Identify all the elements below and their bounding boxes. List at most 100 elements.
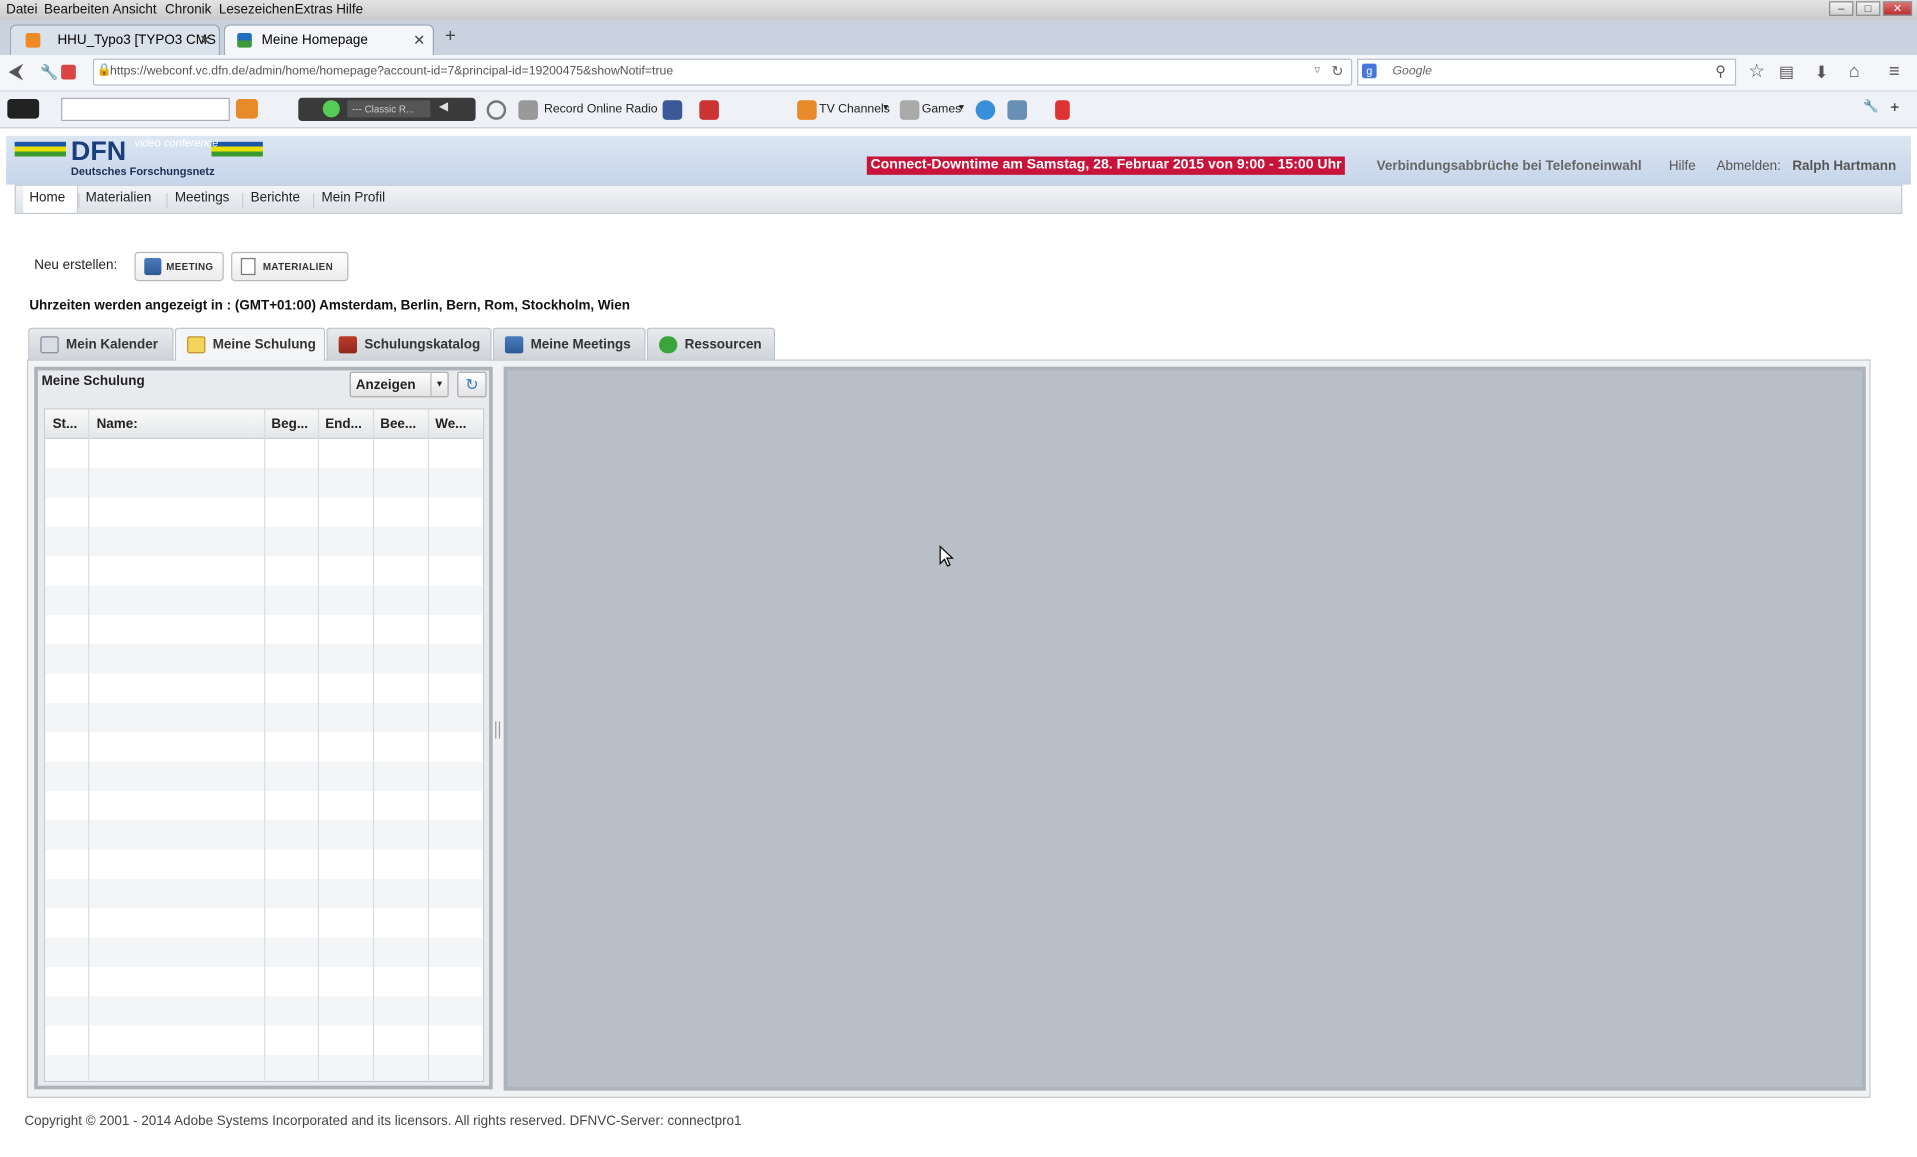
tab-mein-kalender[interactable]: Mein Kalender: [28, 327, 174, 360]
nav-divider: [166, 193, 168, 208]
dropdown-icon[interactable]: ▿: [1314, 64, 1320, 77]
new-materials-button[interactable]: MATERIALIEN: [231, 251, 349, 282]
facebook-icon[interactable]: [662, 100, 683, 120]
tab-label: Schulungskatalog: [364, 337, 481, 353]
radio-record-icon[interactable]: [486, 100, 507, 120]
tools-icon[interactable]: 🔧: [40, 61, 58, 83]
menu-ansicht[interactable]: Ansicht: [112, 2, 156, 17]
tab-ressourcen[interactable]: Ressourcen: [646, 327, 776, 360]
tab-meine-schulung[interactable]: Meine Schulung: [174, 327, 326, 361]
bookmarks-list-icon[interactable]: ▤: [1779, 61, 1794, 83]
tab-label: Meine Meetings: [530, 337, 631, 353]
games-icon: [899, 100, 920, 120]
menu-extras[interactable]: Extras: [295, 2, 333, 17]
menu-hilfe[interactable]: Hilfe: [336, 2, 363, 17]
tab-schulungskatalog[interactable]: Schulungskatalog: [326, 327, 492, 360]
wrench-icon[interactable]: 🔧: [1863, 100, 1878, 113]
dfn-favicon-icon: [237, 33, 252, 48]
column-header-weight[interactable]: We...: [435, 417, 466, 432]
logout-label[interactable]: Abmelden:: [1717, 159, 1781, 174]
column-divider: [317, 409, 320, 1081]
close-tab-icon[interactable]: ✕: [413, 32, 425, 49]
logo-badge: video conference: [134, 136, 219, 150]
close-window-icon[interactable]: ✕: [1882, 1, 1913, 16]
nav-mein-profil[interactable]: Mein Profil: [322, 191, 386, 206]
chevron-down-icon[interactable]: ▼: [430, 372, 447, 397]
help-circle-icon: [658, 336, 678, 354]
downtime-alert: Connect-Downtime am Samstag, 28. Februar…: [866, 156, 1346, 175]
column-header-completed[interactable]: Bee...: [380, 417, 416, 432]
toolbar-search-input[interactable]: [61, 97, 230, 122]
folder-icon: [187, 336, 206, 354]
tab-label: Mein Kalender: [66, 337, 158, 353]
close-tab-icon[interactable]: ✕: [199, 32, 211, 49]
record-online-radio-button[interactable]: Record Online Radio: [544, 103, 657, 116]
calendar-icon: [40, 336, 59, 354]
column-header-name[interactable]: Name:: [97, 417, 138, 432]
nav-materialien[interactable]: Materialien: [86, 191, 152, 206]
view-select-value: Anzeigen: [355, 377, 416, 393]
play-icon[interactable]: [322, 100, 340, 118]
dropout-link[interactable]: Verbindungsabbrüche bei Telefoneinwahl: [1377, 159, 1642, 174]
create-label: Neu erstellen:: [34, 257, 118, 273]
logo-subtitle: Deutsches Forschungsnetz: [70, 165, 215, 178]
refresh-button[interactable]: ↻: [457, 371, 487, 398]
globe-icon[interactable]: [1007, 100, 1027, 120]
column-header-begin[interactable]: Beg...: [271, 417, 308, 432]
dfn-logo[interactable]: DFN: [71, 136, 126, 168]
toolbar-logo-icon[interactable]: [7, 99, 40, 119]
nav-home[interactable]: Home: [29, 191, 65, 206]
url-text[interactable]: https://webconf.vc.dfn.de/admin/home/hom…: [110, 65, 673, 78]
menu-lesezeichen[interactable]: Lesezeichen: [219, 2, 295, 17]
menu-bar: Datei Bearbeiten Ansicht Chronik Lesezei…: [0, 0, 1917, 21]
menu-icon[interactable]: ≡: [1889, 61, 1900, 83]
tv-channels-button[interactable]: TV Channels: [819, 103, 890, 116]
chat-icon[interactable]: [975, 100, 996, 120]
chevron-down-icon[interactable]: ▼: [957, 104, 965, 113]
logo-stripe-left: [14, 141, 67, 157]
browser-tab-homepage[interactable]: Meine Homepage ✕: [223, 24, 435, 56]
search-input[interactable]: Google: [1393, 65, 1432, 78]
reload-icon[interactable]: ↻: [1331, 62, 1343, 79]
bookmark-star-icon[interactable]: ☆: [1748, 61, 1764, 83]
new-meeting-label: MEETING: [166, 261, 214, 273]
microphone-icon: [518, 100, 538, 120]
search-icon[interactable]: ⚲: [1715, 62, 1726, 79]
nav-berichte[interactable]: Berichte: [251, 191, 300, 206]
volume-icon[interactable]: ◀: [439, 100, 448, 113]
column-header-status[interactable]: St...: [53, 417, 78, 432]
new-meeting-button[interactable]: MEETING: [134, 251, 224, 282]
plus-icon[interactable]: +: [1890, 98, 1899, 116]
google-icon[interactable]: g: [1361, 63, 1377, 79]
maximize-icon[interactable]: □: [1855, 1, 1881, 16]
nav-meetings[interactable]: Meetings: [175, 191, 230, 206]
youtube-icon[interactable]: [699, 100, 719, 120]
panel-splitter-handle[interactable]: [495, 721, 501, 739]
tab-label: Ressourcen: [684, 337, 762, 353]
search-box[interactable]: g Google ⚲: [1357, 58, 1737, 86]
back-arrow-icon[interactable]: ⮜: [9, 61, 24, 83]
trash-icon[interactable]: [1055, 100, 1070, 120]
toolbar-search-icon[interactable]: [235, 99, 258, 119]
menu-chronik[interactable]: Chronik: [165, 2, 211, 17]
browser-tab-typo3[interactable]: HHU_Typo3 [TYPO3 CMS ... ✕: [9, 24, 221, 56]
new-tab-icon[interactable]: +: [445, 26, 456, 47]
download-icon[interactable]: ⬇: [1814, 61, 1828, 83]
menu-datei[interactable]: Datei: [6, 2, 37, 17]
view-select[interactable]: Anzeigen ▼: [349, 371, 449, 398]
home-icon[interactable]: ⌂: [1849, 61, 1860, 83]
games-button[interactable]: Games: [922, 103, 961, 116]
minimize-icon[interactable]: –: [1829, 1, 1854, 16]
menu-bearbeiten[interactable]: Bearbeiten: [44, 2, 109, 17]
nav-divider: [78, 193, 80, 208]
chevron-down-icon[interactable]: ▼: [881, 104, 889, 113]
help-link[interactable]: Hilfe: [1669, 159, 1696, 174]
user-name: Ralph Hartmann: [1792, 158, 1897, 174]
addon-icon[interactable]: [61, 64, 76, 80]
document-icon: [240, 257, 256, 276]
address-bar[interactable]: 🔒 https://webconf.vc.dfn.de/admin/home/h…: [92, 58, 1353, 86]
column-header-end[interactable]: End...: [325, 417, 362, 432]
tab-meine-meetings[interactable]: Meine Meetings: [492, 327, 646, 360]
radio-station-select[interactable]: --- Classic R...: [347, 100, 431, 118]
column-divider: [264, 409, 266, 1081]
